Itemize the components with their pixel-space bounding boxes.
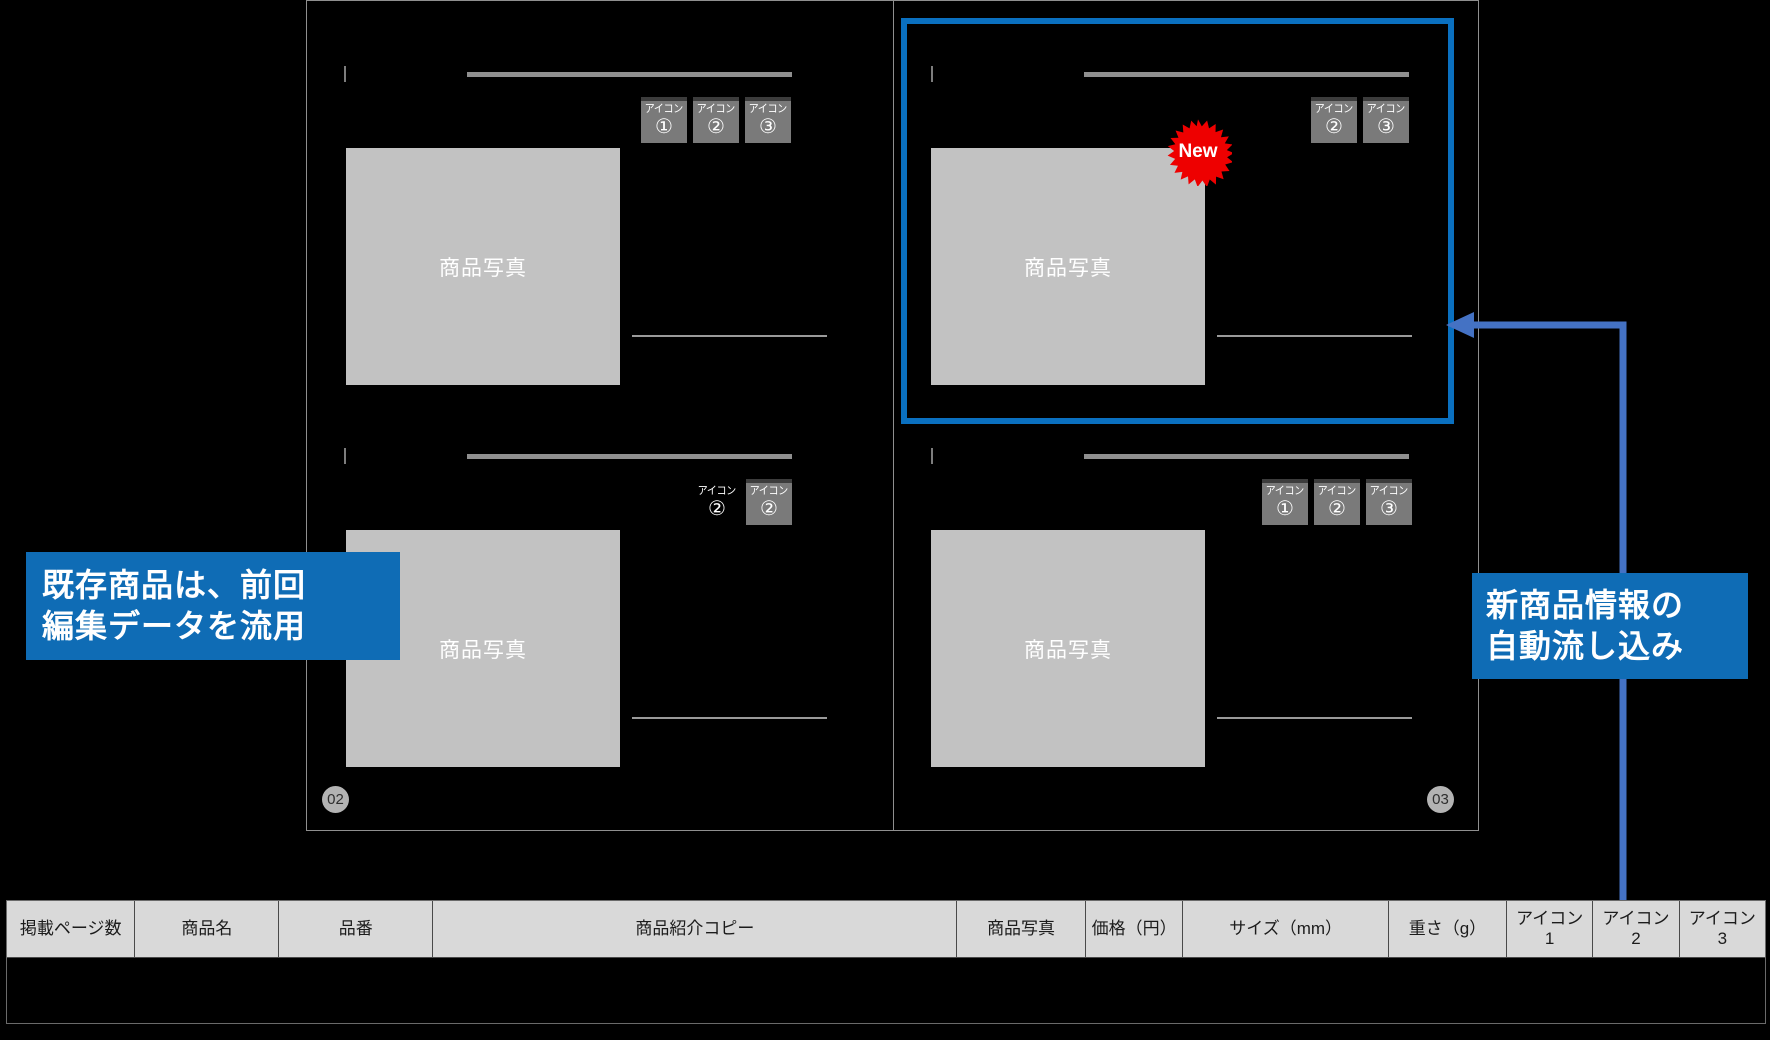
icon-badge-cap xyxy=(1314,479,1360,483)
icon-badge[interactable]: アイコン ② xyxy=(693,97,739,143)
callout-left-line1: 既存商品は、前回 xyxy=(42,567,307,604)
diagram-canvas: アイコン ① アイコン ② アイコン ③ 商品写真 アイコン ② アイコン ② … xyxy=(0,0,1770,1040)
page-number-badge: 03 xyxy=(1427,786,1454,813)
icon-badge-label: アイコン xyxy=(749,485,789,497)
table-cell[interactable] xyxy=(1679,957,1766,1028)
icon-badge-cap xyxy=(745,97,791,101)
table-cell[interactable] xyxy=(278,957,433,1028)
table-header-cell[interactable]: 商品名 xyxy=(134,900,280,958)
table-header-label: アイコン xyxy=(1688,909,1756,929)
icon-badge-number: ① xyxy=(1276,498,1294,520)
icon-badge-label: アイコン xyxy=(748,103,788,115)
icon-badge-number: ③ xyxy=(759,116,777,138)
icon-badge-label: アイコン xyxy=(1265,485,1305,497)
product-block[interactable]: アイコン ① アイコン ② アイコン ③ 商品写真 xyxy=(894,383,1480,783)
table-header-sublabel: 3 xyxy=(1717,929,1728,948)
table-header-cell[interactable]: 商品写真 xyxy=(956,900,1086,958)
table-cell[interactable] xyxy=(1182,957,1389,1028)
icon-badge-cap xyxy=(1262,479,1308,483)
icon-badge-label: アイコン xyxy=(644,103,684,115)
block-tick-mark xyxy=(344,66,346,82)
table-header-sublabel: 1 xyxy=(1544,929,1555,948)
product-spec-underline xyxy=(632,717,827,719)
icon-badge[interactable]: アイコン ③ xyxy=(1366,479,1412,525)
table-header-sublabel: 2 xyxy=(1631,929,1641,948)
product-photo-placeholder[interactable]: 商品写真 xyxy=(931,530,1205,767)
icon-badge-number: ③ xyxy=(1380,498,1398,520)
table-header-cell[interactable]: 品番 xyxy=(278,900,434,958)
icon-badge-label: アイコン xyxy=(697,485,737,497)
table-header-cell[interactable]: 重さ（g） xyxy=(1387,900,1508,958)
product-source-data-table[interactable]: 掲載ページ数 商品名 品番 商品紹介コピー 商品写真 価格（円） サイズ（mm）… xyxy=(5,900,1767,1028)
callout-right-line1: 新商品情報の xyxy=(1486,587,1685,624)
icon-badge-cap xyxy=(693,97,739,101)
table-header-label: 商品名 xyxy=(181,919,233,939)
icon-badge[interactable]: アイコン ② xyxy=(694,479,740,525)
table-cell[interactable] xyxy=(1506,957,1593,1028)
table-header-label: 掲載ページ数 xyxy=(19,919,122,939)
table-header-cell[interactable]: サイズ（mm） xyxy=(1182,900,1389,958)
table-header-cell[interactable]: アイコン 2 xyxy=(1592,900,1680,958)
callout-right-line2: 自動流し込み xyxy=(1486,628,1685,664)
table-header-cell[interactable]: 商品紹介コピー xyxy=(432,900,958,958)
table-header-label: 商品写真 xyxy=(987,919,1056,939)
icon-badge-number: ② xyxy=(707,116,725,138)
icon-badge-cap xyxy=(641,97,687,101)
icon-badge-cap xyxy=(746,479,792,483)
product-title-placeholder xyxy=(467,72,792,77)
table-header-label: 価格（円） xyxy=(1091,919,1177,939)
icon-badge-label: アイコン xyxy=(1369,485,1409,497)
icon-badge-label: アイコン xyxy=(696,103,736,115)
table-header-label: サイズ（mm） xyxy=(1229,919,1343,939)
block-tick-mark xyxy=(344,448,346,464)
product-title-placeholder xyxy=(1084,454,1409,459)
table-cell[interactable] xyxy=(1085,957,1183,1028)
table-header-label: アイコン xyxy=(1602,909,1670,929)
callout-new-product-autofill: 新商品情報の 自動流し込み xyxy=(1472,573,1748,679)
table-header-cell[interactable]: 掲載ページ数 xyxy=(5,900,136,958)
table-cell[interactable] xyxy=(432,957,957,1028)
table-header-cell[interactable]: 価格（円） xyxy=(1084,900,1184,958)
table-header-label: 商品紹介コピー xyxy=(635,919,755,939)
icon-badge-label: アイコン xyxy=(1317,485,1357,497)
icon-badge-group[interactable]: アイコン ① アイコン ② アイコン ③ xyxy=(641,97,791,143)
table-header-cell[interactable]: アイコン 3 xyxy=(1678,900,1767,958)
table-header-label: アイコン xyxy=(1516,909,1584,929)
table-cell[interactable] xyxy=(956,957,1086,1028)
icon-badge[interactable]: アイコン ① xyxy=(641,97,687,143)
icon-badge-cap xyxy=(1366,479,1412,483)
icon-badge-number: ② xyxy=(760,498,778,520)
table-header-row: 掲載ページ数 商品名 品番 商品紹介コピー 商品写真 価格（円） サイズ（mm）… xyxy=(5,900,1767,958)
icon-badge[interactable]: アイコン ① xyxy=(1262,479,1308,525)
product-spec-underline xyxy=(632,335,827,337)
new-product-highlight-box xyxy=(901,18,1454,424)
product-title-placeholder xyxy=(467,454,792,459)
table-header-label: 品番 xyxy=(338,919,373,939)
icon-badge-cap xyxy=(694,479,740,483)
table-cell[interactable] xyxy=(6,957,135,1028)
icon-badge-number: ② xyxy=(708,498,726,520)
icon-badge[interactable]: アイコン ③ xyxy=(745,97,791,143)
callout-left-line2: 編集データを流用 xyxy=(42,608,307,644)
page-number-badge: 02 xyxy=(322,786,349,813)
table-cell[interactable] xyxy=(1388,957,1507,1028)
catalog-page-panel-02[interactable]: アイコン ① アイコン ② アイコン ③ 商品写真 アイコン ② アイコン ② … xyxy=(306,0,894,831)
table-header-label: 重さ（g） xyxy=(1408,919,1487,939)
icon-badge[interactable]: アイコン ② xyxy=(1314,479,1360,525)
table-header-cell[interactable]: アイコン 1 xyxy=(1506,900,1594,958)
table-row[interactable] xyxy=(6,957,1766,1028)
table-cell[interactable] xyxy=(134,957,279,1028)
table-cell[interactable] xyxy=(1592,957,1680,1028)
icon-badge[interactable]: アイコン ② xyxy=(746,479,792,525)
product-block[interactable]: アイコン ① アイコン ② アイコン ③ 商品写真 xyxy=(307,1,895,401)
icon-badge-number: ② xyxy=(1328,498,1346,520)
icon-badge-group[interactable]: アイコン ② アイコン ② xyxy=(694,479,792,525)
icon-badge-group[interactable]: アイコン ① アイコン ② アイコン ③ xyxy=(1262,479,1412,525)
block-tick-mark xyxy=(931,448,933,464)
product-photo-placeholder[interactable]: 商品写真 xyxy=(346,148,620,385)
callout-existing-products: 既存商品は、前回 編集データを流用 xyxy=(26,552,400,660)
icon-badge-number: ① xyxy=(655,116,673,138)
product-spec-underline xyxy=(1217,717,1412,719)
